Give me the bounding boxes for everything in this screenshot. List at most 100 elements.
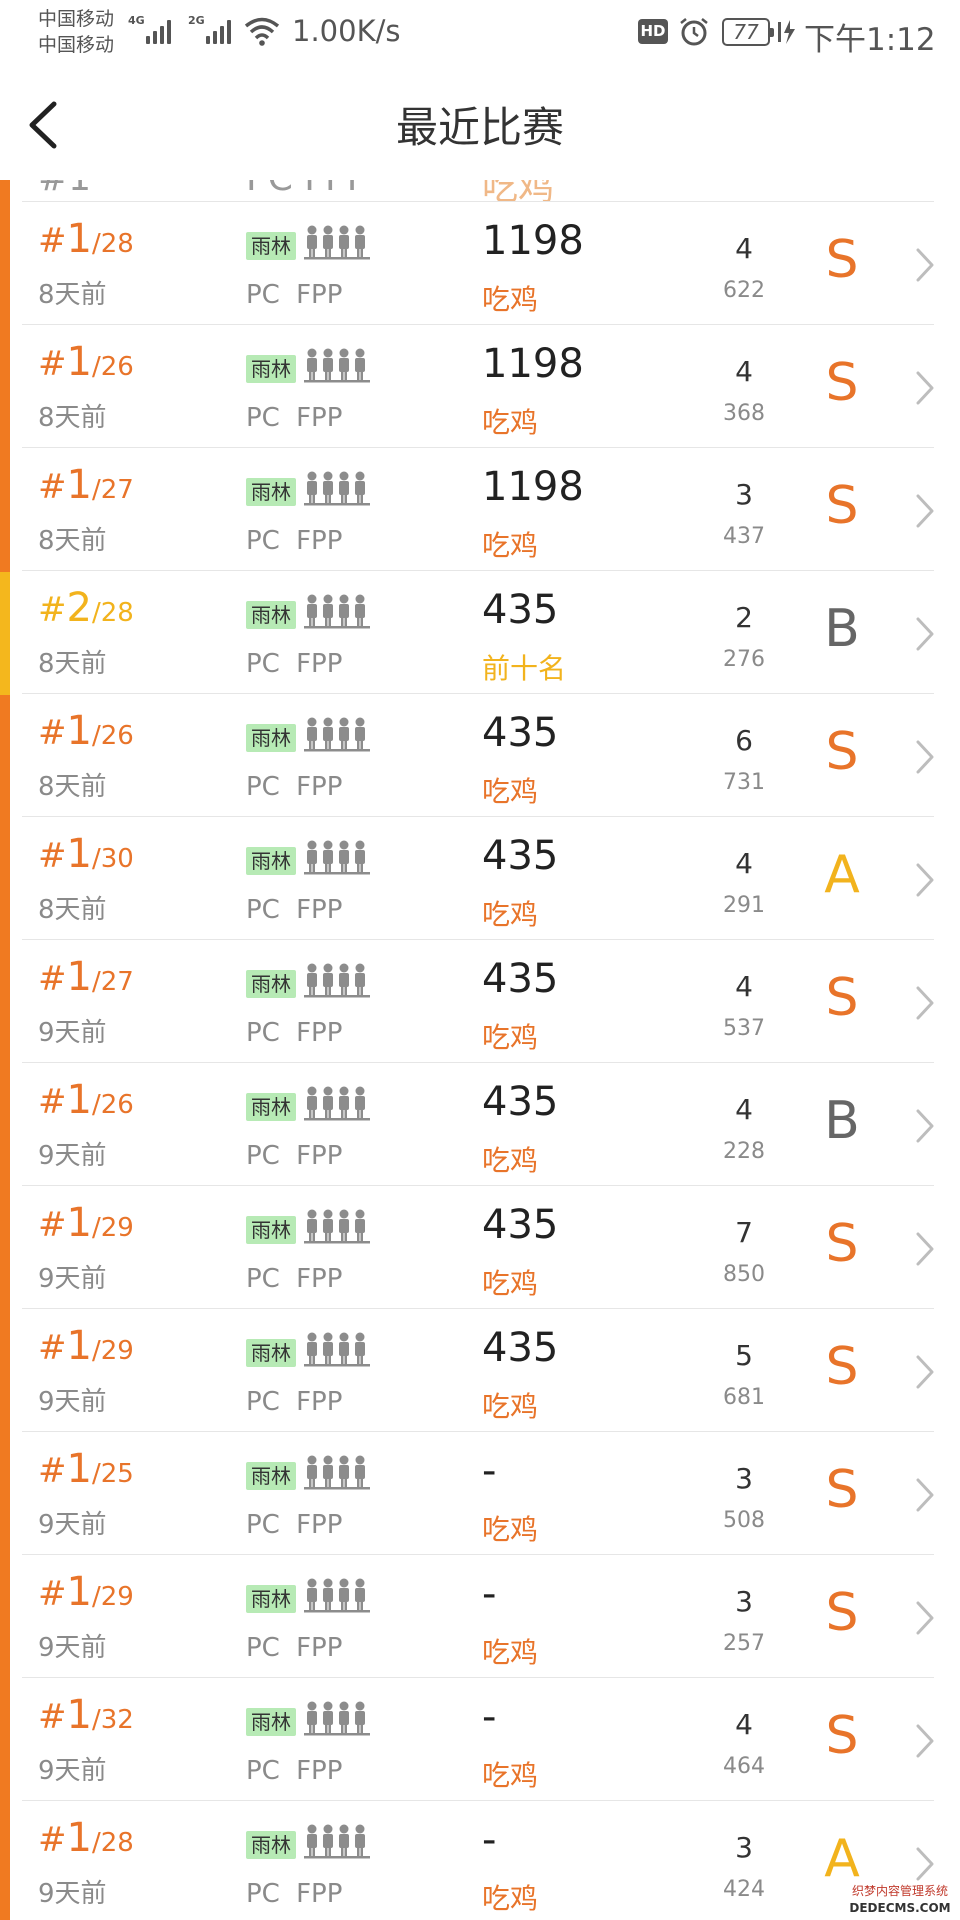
rank: #1/25	[38, 1446, 134, 1492]
kills-count: 4	[735, 1093, 753, 1126]
match-row[interactable]: #1/29 9天前 雨林 PC FPP 435 吃鸡 5 681 S	[22, 1309, 934, 1432]
grade-badge: S	[825, 353, 859, 413]
kills-count: 5	[735, 1339, 753, 1372]
chevron-right-icon[interactable]	[914, 1230, 936, 1268]
rank-number: 1	[66, 1323, 92, 1369]
rank: #1/26	[38, 339, 134, 385]
match-row[interactable]: #1/26 8天前 雨林 PC FPP 435 吃鸡 6 731 S	[22, 694, 934, 817]
kills-count: 2	[735, 601, 753, 634]
chevron-right-icon[interactable]	[914, 1476, 936, 1514]
damage-value: 437	[723, 524, 765, 549]
match-row[interactable]: #1/26 8天前 雨林 PC FPP 1198 吃鸡 4 368 S	[22, 325, 934, 448]
carrier-1: 中国移动	[38, 8, 115, 30]
rank-number: 1	[66, 1815, 92, 1861]
match-row[interactable]: #1/28 8天前 雨林 PC FPP 1198 吃鸡 4 622 S	[22, 202, 934, 325]
signal-icon-1	[146, 18, 171, 44]
rating-score: 435	[482, 1325, 559, 1371]
damage-value: 508	[723, 1508, 765, 1533]
rank-number: 1	[66, 1446, 92, 1492]
damage-value: 424	[723, 1877, 765, 1902]
damage-value: 537	[723, 1016, 765, 1041]
match-result: 吃鸡	[482, 1021, 539, 1054]
match-row[interactable]: #1/32 9天前 雨林 PC FPP - 吃鸡 4 464 S	[22, 1678, 934, 1801]
chevron-right-icon[interactable]	[914, 738, 936, 776]
chevron-right-icon[interactable]	[914, 984, 936, 1022]
watermark-line-2: DEDECMS.COM	[849, 1901, 951, 1915]
squad-icon	[304, 1086, 370, 1121]
squad-icon	[304, 1578, 370, 1613]
kills-count: 4	[735, 355, 753, 388]
alarm-icon	[680, 18, 708, 46]
match-row[interactable]: #1/26 9天前 雨林 PC FPP 435 吃鸡 4 228 B	[22, 1063, 934, 1186]
chevron-right-icon[interactable]	[914, 1353, 936, 1391]
hd-icon: HD	[638, 19, 668, 44]
rating-score: -	[482, 1694, 497, 1740]
chevron-right-icon[interactable]	[914, 492, 936, 530]
match-result: 吃鸡	[482, 1882, 539, 1915]
rank-total: /29	[91, 1336, 134, 1366]
rank-number: 1	[66, 339, 92, 385]
squad-icon	[304, 717, 370, 752]
match-result: 吃鸡	[482, 1144, 539, 1177]
carrier-names: 中国移动 中国移动	[38, 6, 114, 58]
rank-number: 1	[66, 216, 92, 262]
match-time: 8天前	[38, 895, 107, 925]
damage-value: 257	[723, 1631, 765, 1656]
chevron-right-icon[interactable]	[914, 1599, 936, 1637]
rank: #1/29	[38, 1323, 134, 1369]
squad-icon	[304, 963, 370, 998]
platform-mode: PC FPP	[246, 403, 343, 433]
rank: #1/27	[38, 954, 134, 1000]
rank-total: /32	[91, 1705, 134, 1735]
match-result: 吃鸡	[482, 1513, 539, 1546]
rank: #1/28	[38, 216, 134, 262]
map-tag: 雨林	[246, 1216, 296, 1244]
match-list[interactable]: #1 PC FPP 吃鸡 #1/28 8天前 雨林 PC FPP 1198 吃鸡…	[0, 180, 960, 1920]
kills-count: 4	[735, 1708, 753, 1741]
chevron-right-icon[interactable]	[914, 615, 936, 653]
kills-count: 4	[735, 970, 753, 1003]
match-time: 9天前	[38, 1018, 107, 1048]
network-type-2: 2G	[188, 14, 205, 27]
rank-number: 1	[66, 708, 92, 754]
match-result: 吃鸡	[482, 775, 539, 808]
match-row[interactable]: #1/29 9天前 雨林 PC FPP - 吃鸡 3 257 S	[22, 1555, 934, 1678]
rank-total: /28	[91, 598, 134, 628]
match-result: 吃鸡	[482, 1636, 539, 1669]
rating-score: -	[482, 1571, 497, 1617]
platform-mode: PC FPP	[246, 895, 343, 925]
rank-total: /25	[91, 1459, 134, 1489]
chevron-right-icon[interactable]	[914, 1845, 936, 1883]
match-row[interactable]: #1/30 8天前 雨林 PC FPP 435 吃鸡 4 291 A	[22, 817, 934, 940]
rank-number: 1	[66, 1569, 92, 1615]
kills-count: 7	[735, 1216, 753, 1249]
rank: #2/28	[38, 585, 134, 631]
chevron-right-icon[interactable]	[914, 369, 936, 407]
chevron-right-icon[interactable]	[914, 246, 936, 284]
chevron-right-icon[interactable]	[914, 861, 936, 899]
platform-mode: PC FPP	[246, 1879, 343, 1909]
map-tag: 雨林	[246, 355, 296, 383]
chevron-right-icon[interactable]	[914, 1107, 936, 1145]
match-row[interactable]: #1/27 9天前 雨林 PC FPP 435 吃鸡 4 537 S	[22, 940, 934, 1063]
rank-total: /29	[91, 1582, 134, 1612]
squad-icon	[304, 1701, 370, 1736]
match-row[interactable]: #1/28 9天前 雨林 PC FPP - 吃鸡 3 424 A	[22, 1801, 934, 1920]
rank-number: 2	[66, 585, 92, 631]
match-row[interactable]: #1/25 9天前 雨林 PC FPP - 吃鸡 3 508 S	[22, 1432, 934, 1555]
match-result: 吃鸡	[482, 1267, 539, 1300]
match-row[interactable]: #1/29 9天前 雨林 PC FPP 435 吃鸡 7 850 S	[22, 1186, 934, 1309]
platform-mode: PC FPP	[246, 1510, 343, 1540]
network-type-1: 4G	[128, 14, 145, 27]
match-row[interactable]: #1/27 8天前 雨林 PC FPP 1198 吃鸡 3 437 S	[22, 448, 934, 571]
rank-total: /27	[91, 967, 134, 997]
damage-value: 228	[723, 1139, 765, 1164]
match-row[interactable]: #2/28 8天前 雨林 PC FPP 435 前十名 2 276 B	[22, 571, 934, 694]
chevron-right-icon[interactable]	[914, 1722, 936, 1760]
grade-badge: A	[824, 1829, 860, 1889]
platform-mode: PC FPP	[246, 649, 343, 679]
grade-badge: S	[825, 1706, 859, 1766]
grade-badge: S	[825, 722, 859, 782]
squad-icon	[304, 1332, 370, 1367]
rank: #1/32	[38, 1692, 134, 1738]
